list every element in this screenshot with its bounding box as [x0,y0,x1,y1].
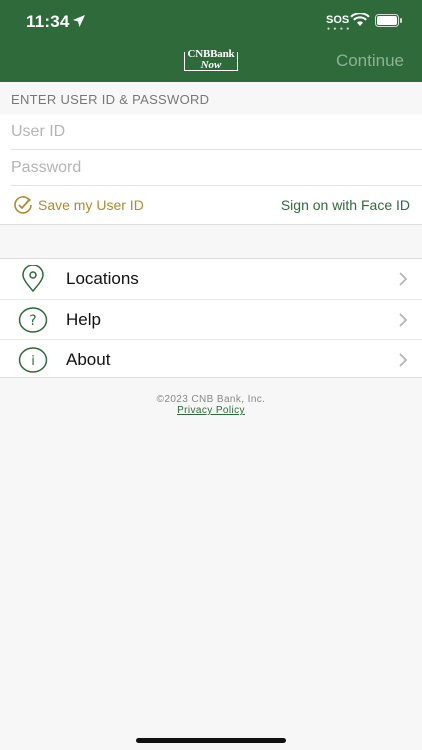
menu-label: About [66,350,111,369]
password-field[interactable]: Password [11,150,422,186]
home-indicator [136,738,286,743]
location-arrow-icon [73,15,85,27]
login-section-label: ENTER USER ID & PASSWORD [11,92,210,107]
continue-button[interactable]: Continue [336,51,404,71]
login-form: User ID Password Save my User ID Sign on… [0,114,422,225]
user-id-field[interactable]: User ID [11,114,422,150]
info-icon: i [18,347,48,373]
save-user-row: Save my User ID Sign on with Face ID [0,188,422,224]
chevron-right-icon [399,353,408,367]
face-id-link[interactable]: Sign on with Face ID [281,197,410,213]
sos-indicator: SOS [326,14,350,26]
menu-item-about[interactable]: i About [0,339,422,379]
chevron-right-icon [399,272,408,286]
logo-text-bottom: Now [200,59,222,71]
svg-text:?: ? [29,313,36,329]
question-icon: ? [18,307,48,333]
battery-icon [375,14,402,27]
wifi-icon [350,13,370,26]
location-pin-icon [22,265,44,293]
menu-item-help[interactable]: ? Help [0,299,422,339]
signal-dots: ● ● ● ● [327,26,351,32]
chevron-right-icon [399,313,408,327]
menu-label: Locations [66,269,139,288]
save-user-id-toggle[interactable]: Save my User ID [38,197,144,213]
status-time: 11:34 [26,12,70,31]
app-header: 11:34 SOS ● ● ● ● CNBBank Now Continue [0,0,422,82]
svg-text:i: i [31,354,35,369]
menu-label: Help [66,310,101,329]
cnb-bank-now-logo: CNBBank Now [182,48,240,72]
checkmark-circle-icon[interactable] [13,195,33,215]
copyright-text: ©2023 CNB Bank, Inc. [156,394,266,405]
privacy-policy-link[interactable]: Privacy Policy [0,405,422,416]
menu-item-locations[interactable]: Locations [0,259,422,299]
info-menu: Locations ? Help i About [0,258,422,378]
